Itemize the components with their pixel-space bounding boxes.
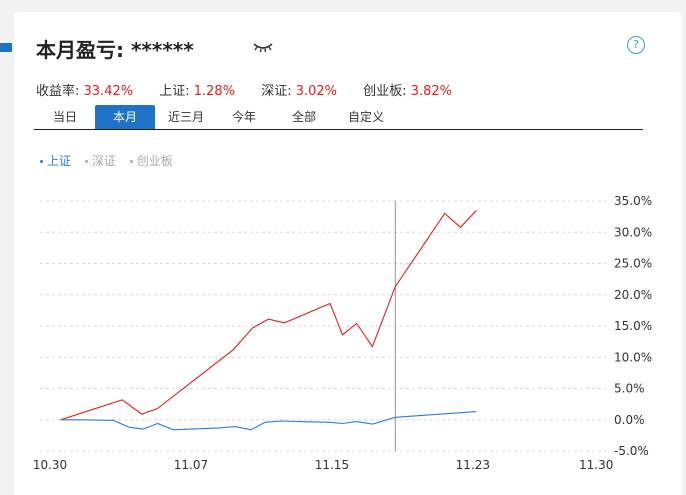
pnl-line-chart: 35.0% 30.0% 25.0% 20.0% 15.0% 10.0% 5.0% 0.0% -5… — [33, 194, 652, 472]
x-tick-label: 10.30 — [33, 458, 67, 472]
x-tick-label: 11.23 — [456, 458, 490, 472]
x-tick-label: 11.07 — [174, 458, 208, 472]
y-tick-label: 0.0% — [614, 413, 645, 427]
y-tick-label: 20.0% — [614, 288, 652, 302]
y-tick-label: -5.0% — [614, 444, 649, 458]
y-tick-label: 35.0% — [614, 194, 652, 208]
y-tick-label: 15.0% — [614, 319, 652, 333]
y-tick-label: 5.0% — [614, 382, 645, 396]
x-tick-label: 11.15 — [315, 458, 349, 472]
x-tick-label: 11.30 — [579, 458, 613, 472]
y-tick-label: 25.0% — [614, 257, 652, 271]
y-tick-label: 30.0% — [614, 225, 652, 239]
series-line-index — [60, 411, 477, 431]
y-tick-label: 10.0% — [614, 350, 652, 364]
